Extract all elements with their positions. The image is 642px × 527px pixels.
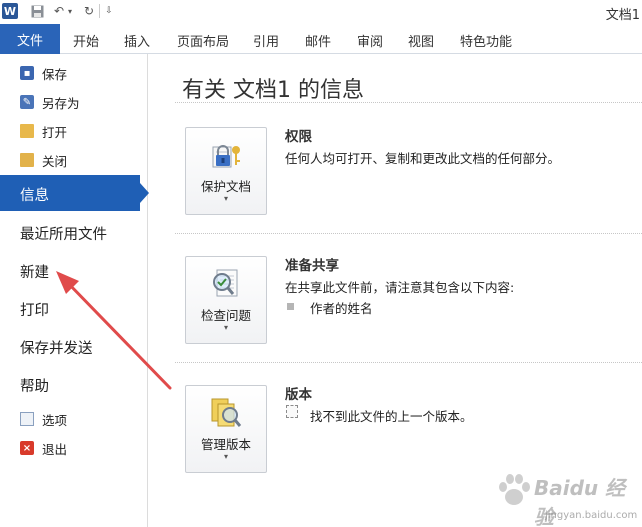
baidu-watermark: Baidu 经验 jingyan.baidu.com bbox=[490, 470, 640, 527]
annotation-arrow bbox=[56, 271, 172, 390]
paw-logo-icon bbox=[499, 474, 530, 505]
watermark-url: jingyan.baidu.com bbox=[545, 510, 638, 521]
